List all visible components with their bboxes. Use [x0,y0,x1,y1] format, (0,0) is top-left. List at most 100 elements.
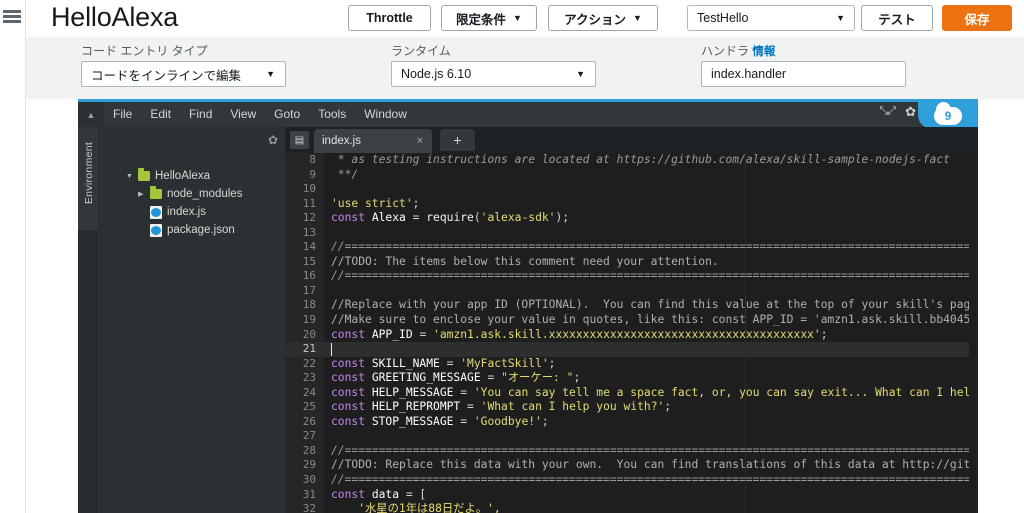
runtime-value: Node.js 6.10 [401,67,472,81]
line-number: 29 [302,458,316,472]
line-number: 17 [302,283,316,297]
code-text: //======================================… [331,473,978,487]
tree-item-helloalexa[interactable]: ▼ HelloAlexa [98,167,210,185]
tree-toggle-icon[interactable]: ▤ [290,131,309,149]
folder-icon [150,186,162,199]
code-editor[interactable]: 8 * as testing instructions are located … [285,153,978,513]
tree-item-label: node_modules [167,188,243,200]
code-line: 19 //Make sure to enclose your value in q… [285,313,978,328]
line-number: 9 [309,167,316,181]
code-line: 21 [285,342,978,357]
code-text: '水星の1年は88日だよ。', [331,502,501,513]
code-line: 12 const Alexa = require('alexa-sdk'); [285,211,978,226]
code-text: const data = [ [331,487,427,501]
tree-item-node-modules[interactable]: ▶ node_modules [98,185,242,203]
runtime-label: ランタイム [391,44,451,58]
runtime-select[interactable]: Node.js 6.10 ▼ [391,61,596,87]
line-number: 30 [302,473,316,487]
code-text: //======================================… [331,240,978,254]
line-number: 28 [302,443,316,457]
menu-find[interactable]: Find [180,102,221,127]
line-number: 10 [302,182,316,196]
code-line: 18 //Replace with your app ID (OPTIONAL).… [285,298,978,313]
code-text: const APP_ID = 'amzn1.ask.skill.xxxxxxxx… [331,327,828,341]
code-line: 27 [285,429,978,444]
chevron-down-icon: ▼ [513,12,522,23]
condition-dropdown-button[interactable]: 限定条件 ▼ [441,5,537,31]
line-number: 11 [302,196,316,210]
line-number: 18 [302,298,316,312]
code-line: 25 const HELP_REPROMPT = 'What can I help… [285,400,978,415]
line-number: 23 [302,371,316,385]
code-line: 29 //TODO: Replace this data with your ow… [285,458,978,473]
line-number: 26 [302,414,316,428]
menu-goto[interactable]: Goto [265,102,309,127]
code-text: **/ [331,167,359,181]
tree-item-label: index.js [167,206,206,218]
new-tab-button[interactable]: + [440,129,475,151]
menu-window[interactable]: Window [355,102,416,127]
action-dropdown-button[interactable]: アクション ▼ [548,5,658,31]
test-button[interactable]: テスト [861,5,933,31]
code-line: 20 const APP_ID = 'amzn1.ask.skill.xxxxxx… [285,328,978,343]
action-label: アクション [564,12,626,27]
handler-info-link[interactable]: 情報 [752,46,775,58]
line-number: 32 [302,502,316,513]
environment-strip[interactable]: Environment [78,127,98,513]
code-text: //Make sure to enclose your value in quo… [331,313,978,327]
menu-file[interactable]: File [104,102,141,127]
save-label: 保存 [964,12,990,27]
code-lines: 8 * as testing instructions are located … [285,153,978,513]
tab-index-js[interactable]: index.js × [314,129,432,153]
tree-item-index-js[interactable]: index.js [98,203,206,221]
function-code-form: コード エントリ タイプ コードをインラインで編集 ▼ ランタイム Node.j… [26,37,1024,99]
save-button[interactable]: 保存 [942,5,1012,31]
environment-strip-lower [78,230,98,513]
file-tree-gear-icon[interactable]: ✿ [268,133,278,147]
code-line: 26 const STOP_MESSAGE = 'Goodbye!'; [285,415,978,430]
tree-item-label: package.json [167,224,235,236]
code-line: 23 const GREETING_MESSAGE = "オーケー: "; [285,371,978,386]
editor-right-gap [978,99,1024,513]
tree-item-label: HelloAlexa [155,170,210,182]
menu-edit[interactable]: Edit [141,102,180,127]
code-text: const HELP_REPROMPT = 'What can I help y… [331,400,672,414]
line-number: 20 [302,327,316,341]
cloud-icon: 9 [934,101,962,125]
throttle-button[interactable]: Throttle [348,5,431,31]
line-number: 13 [302,225,316,239]
editor-left-gap [26,99,78,513]
code-line: 22 const SKILL_NAME = 'MyFactSkill'; [285,357,978,372]
page-title: HelloAlexa [51,2,179,32]
line-number: 14 [302,240,316,254]
gear-icon[interactable]: ✿ [905,105,916,118]
collapse-icon[interactable]: ▲ [78,102,104,127]
twisty-down-icon[interactable]: ▼ [126,173,134,180]
code-entry-type-select[interactable]: コードをインラインで編集 ▼ [81,61,286,87]
handler-input[interactable]: index.handler [701,61,906,87]
ide-toolbar-icons: ⤡⤢ ✿ [879,105,916,118]
hamburger-menu-icon[interactable] [3,10,21,23]
code-line: 16 //====================================… [285,269,978,284]
file-tree-panel: ✿ ▼ HelloAlexa ▶ node_modules index.js p… [98,127,285,513]
line-number: 8 [309,153,316,166]
twisty-right-icon[interactable]: ▶ [138,190,146,198]
folder-icon [138,168,150,181]
page-header: HelloAlexa Throttle 限定条件 ▼ アクション ▼ TestH… [26,0,1024,37]
close-icon[interactable]: × [417,135,423,147]
chevron-down-icon: ▼ [266,69,275,79]
code-line: 10 [285,182,978,197]
tree-item-package-json[interactable]: package.json [98,221,235,239]
menu-tools[interactable]: Tools [309,102,355,127]
page-container: HelloAlexa Throttle 限定条件 ▼ アクション ▼ TestH… [26,0,1024,513]
line-number: 15 [302,254,316,268]
menu-view[interactable]: View [221,102,265,127]
cloud9-logo-tab[interactable]: 9 [918,101,978,129]
js-file-icon [150,205,162,219]
chevron-down-icon: ▼ [836,13,845,23]
editor-scrollbar[interactable] [969,153,978,513]
line-number: 19 [302,313,316,327]
expand-icon[interactable]: ⤡⤢ [879,106,896,117]
chevron-down-icon: ▼ [632,12,642,23]
test-event-select[interactable]: TestHello ▼ [687,5,855,31]
